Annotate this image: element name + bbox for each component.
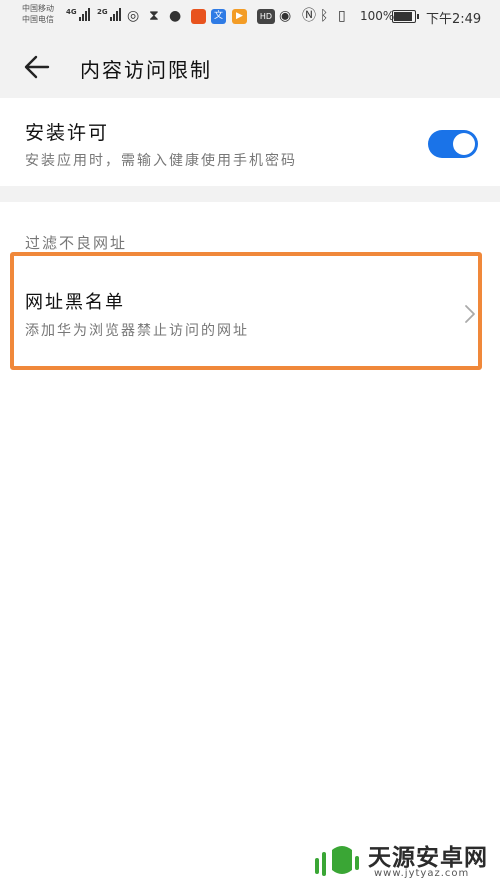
status-bar: 中国移动 中国电信 4G 2G ◎ ⧗ ● 文 ▶ HD ◉ Ⓝ ᛒ ▯ 100…: [0, 0, 500, 36]
url-blacklist-subtitle: 添加华为浏览器禁止访问的网址: [25, 323, 249, 339]
install-permission-item[interactable]: 安装许可 安装应用时，需输入健康使用手机密码: [0, 98, 500, 186]
signal-2-icon: 2G: [97, 8, 121, 21]
battery-icon: [392, 10, 419, 23]
carrier-1: 中国移动: [22, 4, 54, 13]
url-blacklist-title: 网址黑名单: [25, 292, 125, 313]
network-1-label: 4G: [66, 8, 77, 16]
signal-1-icon: 4G: [66, 8, 90, 21]
install-permission-toggle[interactable]: [428, 130, 478, 158]
url-blacklist-item[interactable]: 网址黑名单 添加华为浏览器禁止访问的网址: [10, 252, 482, 370]
eye-icon: ◉: [279, 8, 292, 24]
shopping-app-icon: [191, 9, 206, 24]
play-app-icon: ▶: [232, 9, 247, 24]
chevron-right-icon: [465, 305, 475, 323]
android-logo-icon: [315, 846, 359, 876]
vibrate-icon: ▯: [338, 8, 346, 24]
bluetooth-icon: ᛒ: [320, 8, 329, 24]
filter-section-label: 过滤不良网址: [25, 234, 128, 252]
watermark-name: 天源安卓网: [368, 845, 488, 871]
carrier-labels: 中国移动 中国电信: [22, 3, 54, 25]
network-2-label: 2G: [97, 8, 108, 16]
battery-fill: [394, 12, 412, 21]
carrier-2: 中国电信: [22, 15, 54, 24]
nfc-icon: Ⓝ: [302, 8, 316, 24]
toggle-knob: [453, 133, 475, 155]
wechat-icon: ●: [169, 8, 182, 24]
translate-app-icon: 文: [211, 9, 226, 24]
page-title: 内容访问限制: [80, 58, 212, 82]
hotspot-icon: ◎: [127, 8, 140, 24]
watermark: 天源安卓网 www.jytyaz.com: [304, 836, 494, 884]
hd-icon: HD: [257, 9, 275, 24]
status-time: 下午2:49: [426, 12, 482, 27]
back-arrow-icon[interactable]: [22, 52, 52, 82]
section-divider: [0, 186, 500, 202]
app-bar: 内容访问限制: [0, 36, 500, 98]
watermark-url: www.jytyaz.com: [374, 868, 470, 879]
battery-percent: 100%: [360, 9, 395, 23]
install-permission-subtitle: 安装应用时，需输入健康使用手机密码: [25, 153, 297, 169]
hourglass-icon: ⧗: [149, 8, 159, 24]
install-permission-title: 安装许可: [25, 122, 110, 144]
